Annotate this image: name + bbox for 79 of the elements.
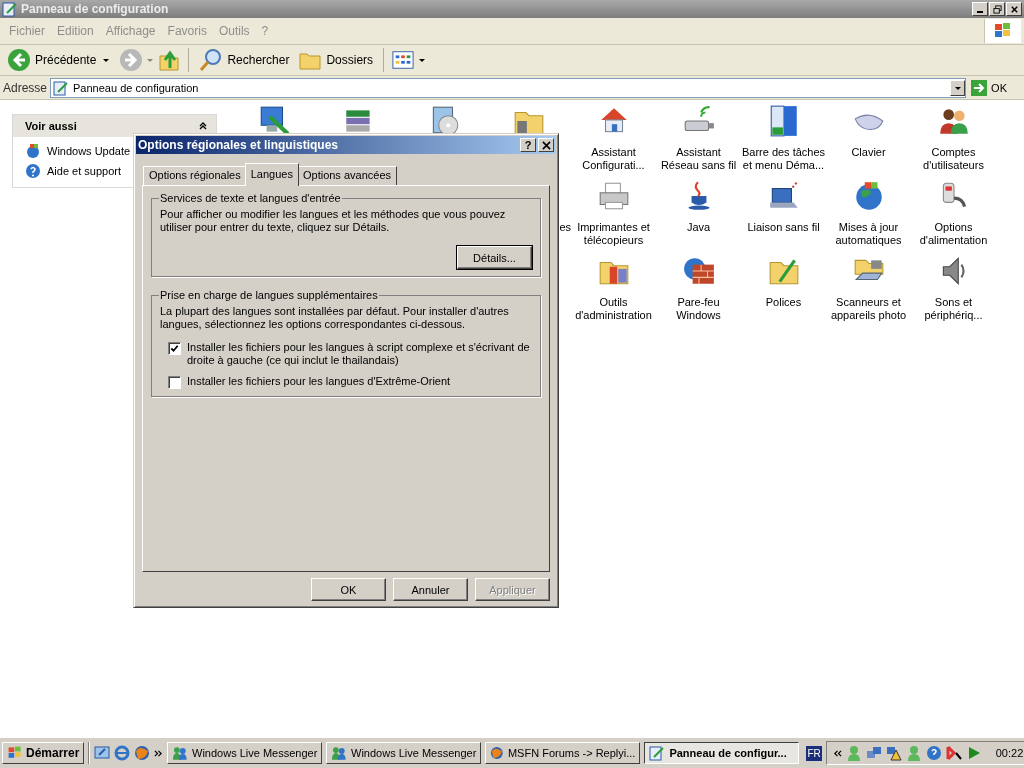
control-panel-item-label[interactable]: Clavier xyxy=(851,146,886,159)
network-icon[interactable] xyxy=(865,745,882,761)
close-button[interactable] xyxy=(538,138,554,152)
checkbox-label[interactable]: Installer les fichiers pour les langues à script complexe et s'écrivant de droite à gauche (ce qui inclut le thailandais) xyxy=(187,341,532,367)
control-panel-item-label[interactable]: Sons et périphériq... xyxy=(924,296,983,322)
window-title: Panneau de configuration xyxy=(21,2,170,16)
control-panel-item-label[interactable]: Comptes d'utilisateurs xyxy=(923,146,984,172)
control-panel-item-label[interactable]: Barre des tâches et menu Déma... xyxy=(741,146,826,172)
restore-icon xyxy=(992,4,1002,14)
control-panel-item-label[interactable]: Liaison sans fil xyxy=(747,221,820,234)
group-title: Services de texte et langues d'entrée xyxy=(159,192,342,204)
control-panel-item-label[interactable]: Options d'alimentation xyxy=(919,221,988,247)
control-panel-item-label[interactable]: Mises à jour automatiques xyxy=(835,221,902,247)
folders-button[interactable]: Dossiers xyxy=(295,46,377,74)
control-panel-item-label[interactable]: Scanneurs et appareils photo xyxy=(830,296,907,322)
control-panel-item-label[interactable]: Assistant Réseau sans fil xyxy=(660,146,737,172)
tab[interactable]: Langues xyxy=(244,163,299,186)
globe-icon xyxy=(490,745,504,761)
dialog-button[interactable]: OK xyxy=(311,578,386,601)
control-panel-item-label[interactable]: Java xyxy=(686,221,711,234)
description-text: La plupart des langues sont installées par défaut. Pour installer d'autres langues, sélectionnez les options correspondantes ci-dessous. xyxy=(160,305,510,331)
panel-title: Voir aussi xyxy=(25,120,77,132)
checkbox[interactable] xyxy=(168,342,181,355)
chevron-icon[interactable] xyxy=(832,748,842,758)
search-button[interactable]: Rechercher xyxy=(196,46,293,74)
windows-flag-icon xyxy=(7,745,23,761)
up-folder-icon[interactable] xyxy=(157,48,182,72)
taskbar-button[interactable]: Panneau de configur... xyxy=(644,742,800,764)
group-title: Prise en charge de langues supplémentaires xyxy=(159,289,379,301)
start-button[interactable]: Démarrer xyxy=(2,742,85,764)
clock: 00:22 xyxy=(995,747,1024,759)
minimize-button[interactable] xyxy=(972,2,988,16)
help-icon[interactable] xyxy=(925,745,942,761)
users-icon xyxy=(172,745,189,761)
right-arrow-icon xyxy=(971,79,988,96)
taskbar-button[interactable]: Windows Live Messenger xyxy=(167,742,323,764)
checkbox[interactable] xyxy=(168,376,181,389)
restore-button[interactable] xyxy=(989,2,1005,16)
control-panel-item-label[interactable]: Assistant Configurati... xyxy=(582,146,645,172)
collapse-chevron-icon[interactable] xyxy=(198,121,208,131)
language-indicator[interactable]: FR xyxy=(806,745,822,761)
caret-icon[interactable] xyxy=(102,56,111,64)
description-text: Pour afficher ou modifier les langues et les méthodes que vous pouvez utiliser pour entrer du texte, cliquez sur Détails. xyxy=(160,208,507,234)
users-icon xyxy=(331,745,348,761)
caret-icon[interactable] xyxy=(418,56,427,64)
checkbox-label[interactable]: Installer les fichiers pour les langues d'Extrême-Orient xyxy=(187,375,451,388)
help-icon xyxy=(25,163,41,179)
network-warning-icon[interactable] xyxy=(885,745,902,761)
taskbar-button[interactable]: MSFN Forums -> Replyi... xyxy=(485,742,641,764)
dropdown-button[interactable] xyxy=(950,79,966,96)
globe-icon[interactable] xyxy=(134,745,151,761)
details-button[interactable]: Détails... xyxy=(457,246,532,269)
address-label: Adresse xyxy=(3,80,48,95)
control-panel-item-label[interactable]: Imprimantes et télécopieurs xyxy=(577,221,650,247)
close-icon xyxy=(1009,4,1019,14)
back-button[interactable]: Précédente xyxy=(4,46,100,74)
search-icon xyxy=(199,48,224,72)
close-icon xyxy=(541,140,551,150)
dialog-button[interactable]: Annuler xyxy=(393,578,468,601)
minimize-icon xyxy=(977,10,983,13)
control-panel-icon xyxy=(649,745,666,761)
taskbar-button[interactable]: Windows Live Messenger xyxy=(326,742,482,764)
control-panel-item-label[interactable]: Outils d'administration xyxy=(575,296,652,322)
tab[interactable]: Options avancées xyxy=(296,166,397,185)
help-button[interactable]: ? xyxy=(520,138,536,152)
go-button[interactable]: OK xyxy=(969,79,1021,96)
control-panel-item-label[interactable]: es xyxy=(559,221,571,234)
globe-icon xyxy=(25,143,41,159)
views-icon[interactable] xyxy=(391,49,416,71)
control-panel-icon xyxy=(53,79,70,96)
control-panel-icon xyxy=(2,1,18,17)
control-panel-item-label[interactable]: Polices xyxy=(765,296,802,309)
close-button[interactable] xyxy=(1006,2,1022,16)
chevron-icon[interactable] xyxy=(154,748,164,758)
address-field[interactable]: Panneau de configuration xyxy=(50,77,967,98)
browser-icon[interactable] xyxy=(114,745,131,761)
control-panel-item-label[interactable]: Pare-feu Windows xyxy=(676,296,721,322)
desktop-icon[interactable] xyxy=(94,745,111,761)
dialog-title: Options régionales et linguistiques xyxy=(138,138,340,152)
